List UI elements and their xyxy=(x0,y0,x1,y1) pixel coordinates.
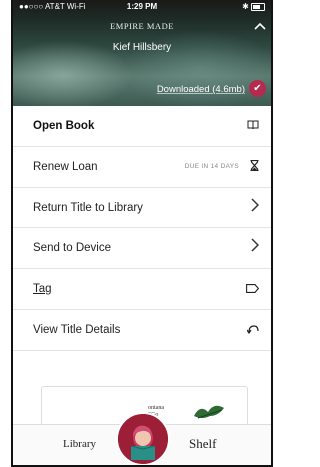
tab-shelf[interactable]: Shelf xyxy=(189,436,216,452)
tag-label: Tag xyxy=(33,283,52,296)
book-header: ●●○○○ AT&T Wi-Fi 1:29 PM ✱ EMPIRE MADE K… xyxy=(13,0,271,106)
return-title-item[interactable]: Return Title to Library xyxy=(13,188,271,229)
due-date-label: DUE IN 14 DAYS xyxy=(184,162,239,170)
book-author: Kief Hillsbery xyxy=(112,42,172,53)
tag-item[interactable]: Tag xyxy=(13,269,271,310)
status-icons: ✱ xyxy=(242,0,265,14)
open-book-label: Open Book xyxy=(33,120,95,132)
book-actions-menu: Open Book Renew Loan DUE IN 14 DAYS Retu… xyxy=(13,106,271,351)
book-icon xyxy=(247,106,259,146)
tab-library[interactable]: Library xyxy=(63,438,96,450)
clock: 1:29 PM xyxy=(126,2,158,11)
checkmark-icon[interactable]: ✔ xyxy=(249,80,266,97)
downloaded-status[interactable]: Downloaded (4.6mb) xyxy=(157,84,245,95)
back-arrow-icon xyxy=(246,310,259,350)
chevron-up-icon[interactable] xyxy=(254,21,266,31)
chevron-right-icon xyxy=(251,228,260,268)
renew-loan-label: Renew Loan xyxy=(33,160,98,173)
chevron-right-icon xyxy=(251,188,260,228)
reader-avatar-icon xyxy=(118,414,168,464)
book-title: EMPIRE MADE xyxy=(110,21,174,31)
bluetooth-icon: ✱ xyxy=(242,2,249,11)
hourglass-icon xyxy=(250,147,259,187)
send-to-device-item[interactable]: Send to Device xyxy=(13,228,271,270)
app-screen: ●●○○○ AT&T Wi-Fi 1:29 PM ✱ EMPIRE MADE K… xyxy=(11,0,273,467)
open-book-item[interactable]: Open Book xyxy=(13,106,271,147)
libby-avatar-button[interactable] xyxy=(116,412,170,465)
status-bar: ●●○○○ AT&T Wi-Fi 1:29 PM ✱ xyxy=(13,0,271,14)
renew-loan-item[interactable]: Renew Loan DUE IN 14 DAYS xyxy=(13,147,271,188)
view-title-details-item[interactable]: View Title Details xyxy=(13,310,271,351)
library-logo-line1: ontana xyxy=(148,405,164,411)
tag-icon xyxy=(246,269,260,309)
send-to-device-label: Send to Device xyxy=(33,242,111,255)
view-title-details-label: View Title Details xyxy=(33,323,121,336)
battery-icon xyxy=(251,2,265,11)
return-title-label: Return Title to Library xyxy=(33,201,143,214)
